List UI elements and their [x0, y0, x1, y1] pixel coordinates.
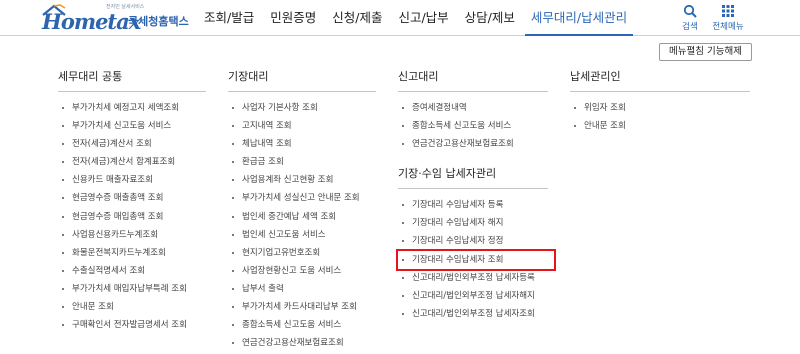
column-filing-agent: 신고대리 증여세결정내역 종합소득세 신고도움 서비스 연금건강고용산재보험료조… — [396, 68, 556, 323]
menu-item[interactable]: 신고대리/법인외부조정 납세자등록 — [398, 269, 548, 287]
menu-item[interactable]: 부가가치세 성실신고 안내문 조회 — [228, 189, 376, 207]
menu-item[interactable]: 연금건강고용산재보험료조회 — [398, 135, 548, 153]
column-tax-agent-common: 세무대리 공통 부가가치세 예정고지 세액조회 부가가치세 신고도움 서비스 전… — [58, 68, 206, 334]
all-menu-label: 전체메뉴 — [712, 22, 744, 32]
menu-item[interactable]: 사업용신용카드누계조회 — [58, 226, 206, 244]
menu-expand-disable-button[interactable]: 메뉴펼침 기능해제 — [659, 43, 752, 61]
nav-item-filing-payment[interactable]: 신고/납부 — [392, 0, 454, 36]
menu-item[interactable]: 체납내역 조회 — [228, 135, 376, 153]
menu-list: 증여세결정내역 종합소득세 신고도움 서비스 연금건강고용산재보험료조회 — [398, 99, 548, 153]
column-title: 세무대리 공통 — [58, 68, 206, 92]
menu-item[interactable]: 기장대리 수임납세자 해지 — [398, 214, 548, 232]
menu-list: 사업자 기본사항 조회 고지내역 조회 체납내역 조회 환급금 조회 사업용계좌… — [228, 99, 376, 352]
search-label: 검색 — [682, 22, 698, 32]
nav-item-certificates[interactable]: 민원증명 — [264, 0, 322, 36]
menu-item[interactable]: 신고대리/법인외부조정 납세자조회 — [398, 305, 548, 323]
menu-item[interactable]: 화물운전복지카드누계조회 — [58, 244, 206, 262]
menu-item[interactable]: 법인세 중간예납 세액 조회 — [228, 208, 376, 226]
nav-item-tax-agent[interactable]: 세무대리/납세관리 — [524, 0, 634, 36]
menu-item[interactable]: 연금건강고용산재보험료조회 — [228, 334, 376, 352]
column-title: 기장대리 — [228, 68, 376, 92]
nav-item-applications[interactable]: 신청/제출 — [326, 0, 388, 36]
menu-item[interactable]: 부가가치세 신고도움 서비스 — [58, 117, 206, 135]
column-bookkeeping-agent: 기장대리 사업자 기본사항 조회 고지내역 조회 체납내역 조회 환급금 조회 … — [228, 68, 376, 352]
menu-item[interactable]: 사업자 기본사항 조회 — [228, 99, 376, 117]
menu-list: 기장대리 수임납세자 등록 기장대리 수임납세자 해지 기장대리 수임납세자 정… — [396, 196, 556, 323]
menu-item[interactable]: 구매확인서 전자발급명세서 조회 — [58, 316, 206, 334]
menu-item[interactable]: 부가가치세 매입자납부특례 조회 — [58, 280, 206, 298]
menu-item[interactable]: 안내문 조회 — [58, 298, 206, 316]
menu-item[interactable]: 현금영수증 매입총액 조회 — [58, 208, 206, 226]
logo-brand: Hometax — [42, 9, 141, 34]
subsection-title: 기장·수임 납세자관리 — [398, 165, 548, 190]
menu-item[interactable]: 부가가치세 카드사대리납부 조회 — [228, 298, 376, 316]
menu-item[interactable]: 납부서 출력 — [228, 280, 376, 298]
all-menu-button[interactable]: 전체메뉴 — [707, 4, 749, 32]
column-tax-manager: 납세관리인 위임자 조회 안내문 조회 — [570, 68, 750, 135]
menu-item-highlighted[interactable]: 기장대리 수임납세자 조회 — [396, 248, 556, 271]
menu-item[interactable]: 종합소득세 신고도움 서비스 — [228, 316, 376, 334]
menu-item[interactable]: 법인세 신고도움 서비스 — [228, 226, 376, 244]
menu-item[interactable]: 고지내역 조회 — [228, 117, 376, 135]
column-title: 납세관리인 — [570, 68, 750, 92]
menu-item[interactable]: 환급금 조회 — [228, 153, 376, 171]
menu-list: 위임자 조회 안내문 조회 — [570, 99, 750, 135]
menu-item[interactable]: 기장대리 수임납세자 정정 — [398, 232, 548, 250]
menu-list: 부가가치세 예정고지 세액조회 부가가치세 신고도움 서비스 전자(세금)계산서… — [58, 99, 206, 334]
menu-item[interactable]: 전자(세금)계산서 합계표조회 — [58, 153, 206, 171]
menu-item[interactable]: 수출실적명세서 조회 — [58, 262, 206, 280]
header: 전자민 날세서비스 Hometax 국세청홈택스 조회/발급 민원증명 신청/제… — [0, 0, 800, 36]
search-icon — [683, 4, 697, 18]
nav-item-consultation[interactable]: 상담/제보 — [459, 0, 521, 36]
menu-item[interactable]: 종합소득세 신고도움 서비스 — [398, 117, 548, 135]
global-nav: 조회/발급 민원증명 신청/제출 신고/납부 상담/제보 세무대리/납세관리 — [198, 0, 637, 36]
menu-item[interactable]: 안내문 조회 — [570, 117, 750, 135]
menu-item[interactable]: 기장대리 수임납세자 등록 — [398, 196, 548, 214]
menu-item[interactable]: 현지기업고유번호조회 — [228, 244, 376, 262]
menu-item[interactable]: 사업장현황신고 도움 서비스 — [228, 262, 376, 280]
menu-item[interactable]: 사업용계좌 신고현황 조회 — [228, 171, 376, 189]
logo-agency: 국세청홈택스 — [128, 15, 189, 28]
search-button[interactable]: 검색 — [673, 4, 707, 32]
menu-item[interactable]: 부가가치세 예정고지 세액조회 — [58, 99, 206, 117]
menu-item[interactable]: 전자(세금)계산서 조회 — [58, 135, 206, 153]
menu-item[interactable]: 신고대리/법인외부조정 납세자해지 — [398, 287, 548, 305]
column-title: 신고대리 — [398, 68, 548, 92]
menu-item[interactable]: 현금영수증 매출총액 조회 — [58, 189, 206, 207]
menu-item[interactable]: 위임자 조회 — [570, 99, 750, 117]
grid-menu-icon — [722, 5, 734, 17]
nav-item-inquiry[interactable]: 조회/발급 — [198, 0, 260, 36]
menu-item[interactable]: 증여세결정내역 — [398, 99, 548, 117]
hometax-logo[interactable]: 전자민 날세서비스 Hometax 국세청홈택스 — [42, 3, 202, 34]
menu-item[interactable]: 신용카드 매출자료조회 — [58, 171, 206, 189]
